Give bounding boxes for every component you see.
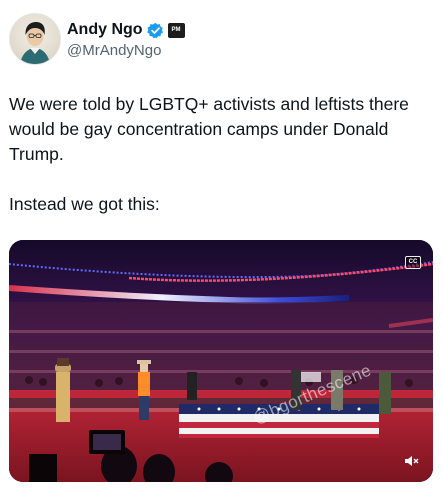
tweet-paragraph: Instead we got this:: [9, 194, 160, 214]
verified-check-icon: [146, 22, 163, 38]
author-display-name[interactable]: Andy Ngo: [67, 20, 143, 40]
author-handle[interactable]: @MrAndyNgo: [67, 42, 161, 60]
video-player[interactable]: CC: [9, 240, 433, 482]
tweet-text: We were told by LGBTQ+ activists and lef…: [9, 92, 429, 217]
author-name-row: Andy Ngo PM: [67, 20, 185, 40]
speaker-muted-icon[interactable]: [403, 453, 419, 469]
affiliate-badge[interactable]: PM: [167, 22, 185, 38]
tweet-paragraph: We were told by LGBTQ+ activists and lef…: [9, 94, 409, 164]
tweet-card: Andy Ngo PM @MrAndyNgo We were told by L…: [0, 0, 443, 500]
avatar[interactable]: [9, 13, 61, 65]
avatar-illustration: [20, 22, 50, 64]
video-frame: [9, 240, 433, 482]
closed-captions-icon[interactable]: CC: [405, 256, 421, 269]
